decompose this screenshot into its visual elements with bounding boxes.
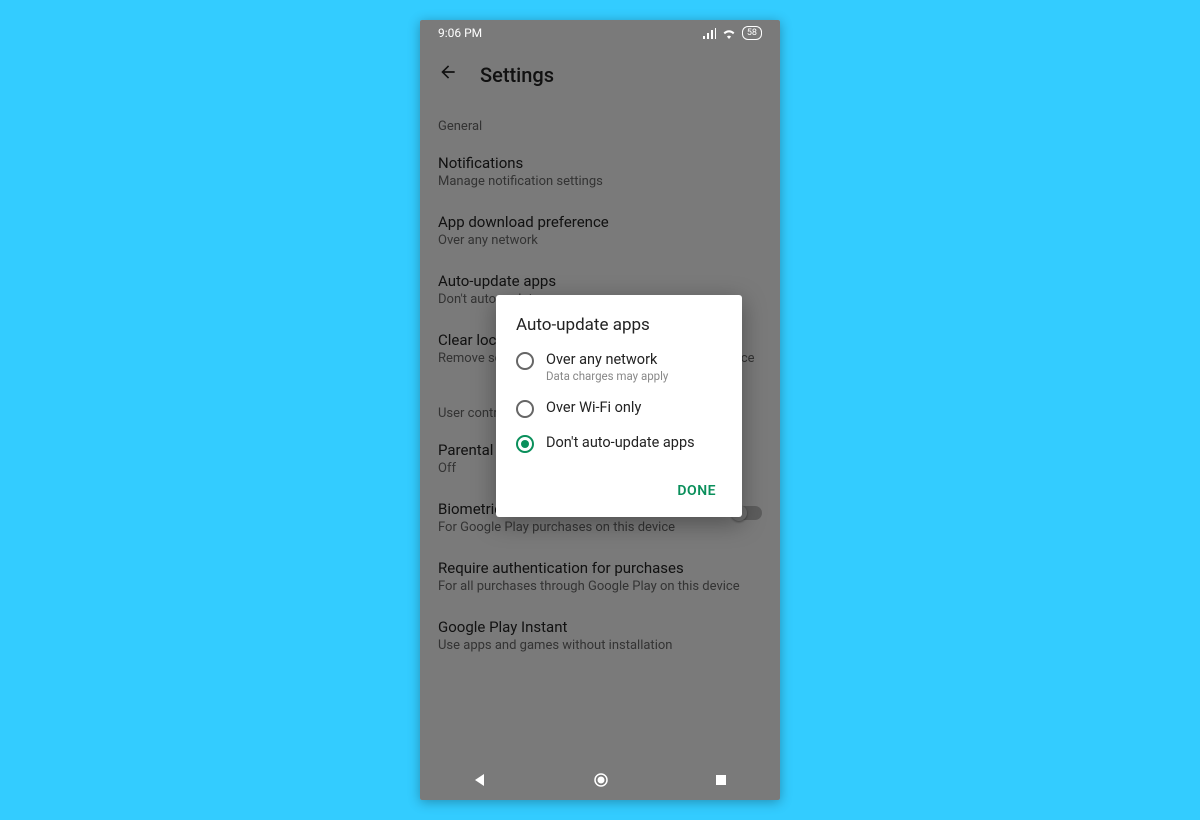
signal-icon bbox=[702, 26, 716, 40]
nav-recent-icon[interactable] bbox=[715, 774, 727, 786]
wifi-icon bbox=[722, 26, 736, 40]
status-bar: 9:06 PM 58 bbox=[420, 20, 780, 46]
status-time: 9:06 PM bbox=[438, 26, 482, 40]
radio-label: Over any network bbox=[546, 351, 668, 368]
nav-home-icon[interactable] bbox=[593, 772, 609, 788]
radio-option-dont-update[interactable]: Don't auto-update apps bbox=[516, 434, 722, 453]
radio-sublabel: Data charges may apply bbox=[546, 369, 668, 383]
radio-option-wifi-only[interactable]: Over Wi-Fi only bbox=[516, 399, 722, 418]
radio-label: Don't auto-update apps bbox=[546, 434, 695, 451]
phone-frame: 9:06 PM 58 Settings General Notification… bbox=[420, 20, 780, 800]
radio-icon bbox=[516, 400, 534, 418]
nav-back-icon[interactable] bbox=[473, 773, 487, 787]
radio-icon bbox=[516, 435, 534, 453]
dialog-title: Auto-update apps bbox=[516, 315, 722, 335]
radio-option-any-network[interactable]: Over any network Data charges may apply bbox=[516, 351, 722, 383]
battery-icon: 58 bbox=[742, 26, 762, 40]
radio-icon bbox=[516, 352, 534, 370]
done-button[interactable]: DONE bbox=[671, 475, 722, 507]
auto-update-dialog: Auto-update apps Over any network Data c… bbox=[496, 295, 742, 517]
radio-label: Over Wi-Fi only bbox=[546, 399, 641, 416]
system-nav-bar bbox=[420, 760, 780, 800]
